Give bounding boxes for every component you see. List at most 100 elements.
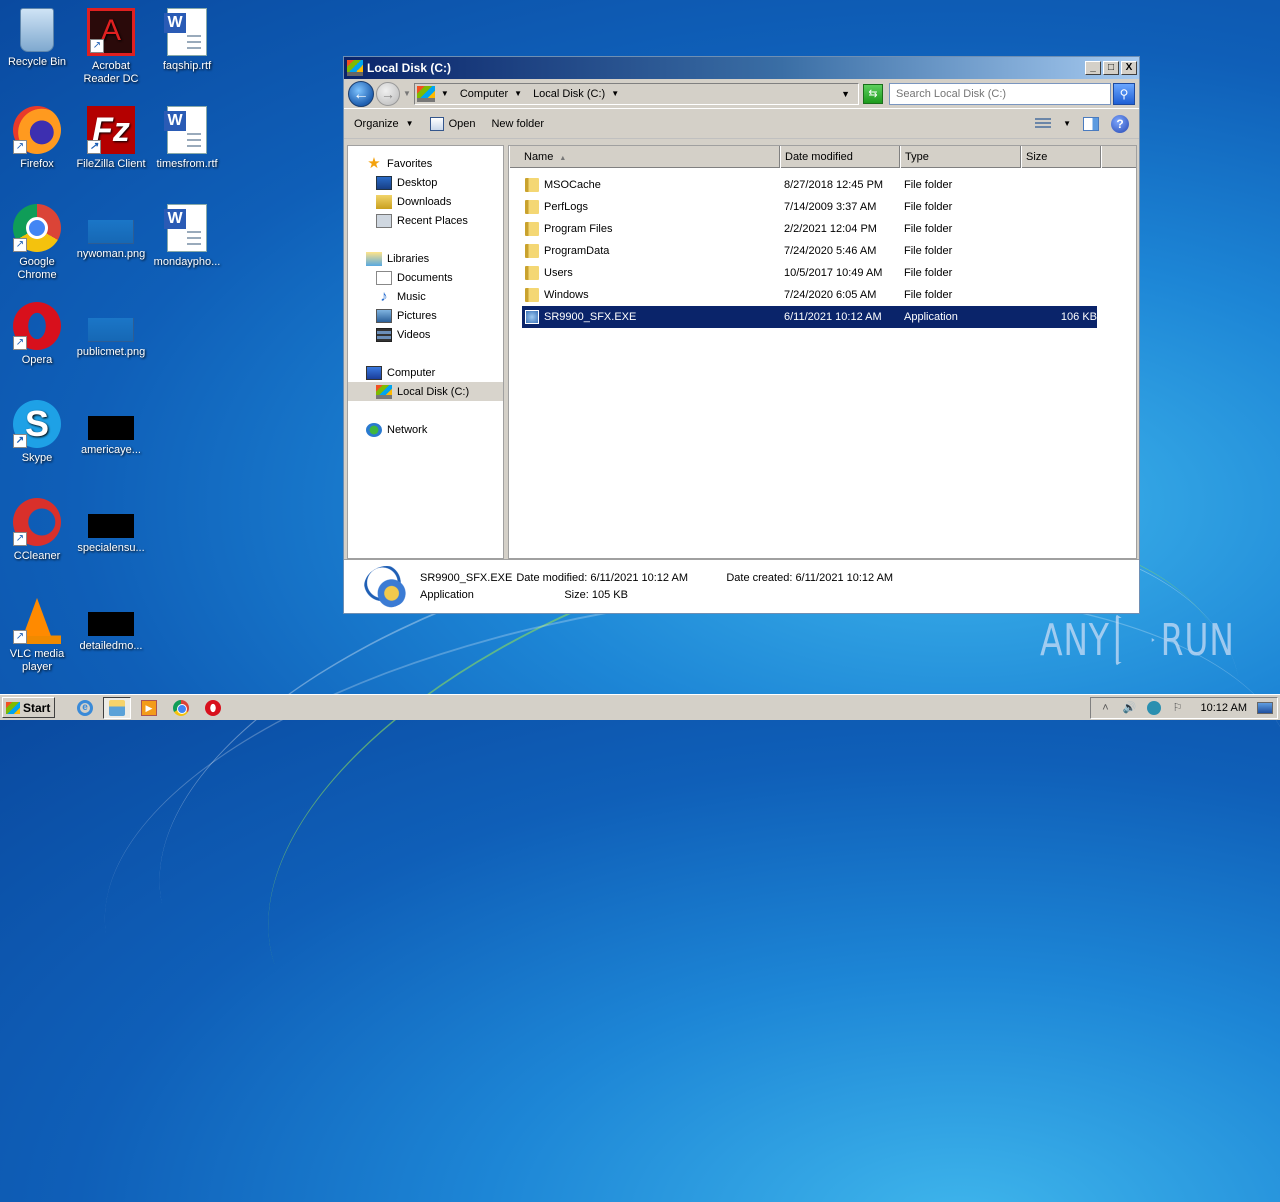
file-row[interactable]: Windows 7/24/2020 6:05 AM File folder (522, 284, 1097, 306)
taskbar-opera[interactable] (199, 697, 227, 719)
file-row[interactable]: MSOCache 8/27/2018 12:45 PM File folder (522, 174, 1097, 196)
preview-pane-icon[interactable] (1083, 116, 1099, 131)
breadcrumb-separator[interactable]: ▼ (514, 89, 527, 98)
desktop-icon-recycle-bin[interactable]: Recycle Bin (0, 8, 74, 69)
nav-computer[interactable]: Computer (348, 363, 503, 382)
desktop-icon-filezilla[interactable]: Fz ↗ FileZilla Client (74, 106, 148, 171)
file-row[interactable]: Program Files 2/2/2021 12:04 PM File folde… (522, 218, 1097, 240)
desktop-icon-mondaypho[interactable]: W mondaypho... (150, 204, 224, 269)
file-row[interactable]: Users 10/5/2017 10:49 AM File folder (522, 262, 1097, 284)
internet-explorer-icon: e (77, 699, 93, 716)
shortcut-arrow-icon: ↗ (87, 140, 101, 154)
nav-music[interactable]: ♪ Music (348, 287, 503, 306)
nav-libraries[interactable]: Libraries (348, 249, 503, 268)
clock[interactable]: 10:12 AM (1201, 702, 1247, 714)
nav-videos[interactable]: Videos (348, 325, 503, 344)
file-row[interactable]: PerfLogs 7/14/2009 3:37 AM File folder (522, 196, 1097, 218)
filezilla-icon: Fz ↗ (87, 106, 135, 154)
desktop-icon-opera[interactable]: ↗ Opera (0, 302, 74, 367)
address-field[interactable]: ▼ Computer ▼ Local Disk (C:) ▼ ▼ (413, 82, 859, 105)
column-header-name[interactable]: Name ▲ (509, 146, 780, 168)
breadcrumb-separator[interactable]: ▼ (611, 89, 624, 98)
back-button[interactable]: ← (348, 80, 374, 107)
taskbar-chrome[interactable] (167, 697, 195, 719)
shortcut-arrow-icon: ↗ (13, 532, 27, 546)
skype-icon: S ↗ (13, 400, 61, 448)
desktop-icon-label: Recycle Bin (7, 56, 67, 68)
breadcrumb-local-disk[interactable]: Local Disk (C:) (533, 88, 605, 100)
word-doc-icon: W (164, 204, 207, 252)
desktop-icon-chrome[interactable]: ↗ Google Chrome (0, 204, 74, 282)
desktop-icon-vlc[interactable]: ↗ VLC media player (0, 596, 74, 674)
nav-recent-places[interactable]: Recent Places (348, 211, 503, 230)
action-center-flag-icon[interactable]: ⚐ (1171, 701, 1185, 715)
nav-downloads[interactable]: Downloads (348, 192, 503, 211)
videos-icon (376, 327, 392, 342)
show-desktop-button[interactable] (1257, 701, 1273, 714)
recent-pages-dropdown[interactable]: ▼ (403, 89, 411, 98)
desktop-icon-publicmet[interactable]: publicmet.png (74, 302, 148, 359)
desktop-icon-ccleaner[interactable]: ↗ CCleaner (0, 498, 74, 563)
column-header-size[interactable]: Size (1021, 146, 1101, 168)
views-icon[interactable] (1035, 117, 1052, 130)
image-thumbnail-icon (88, 318, 134, 342)
maximize-button[interactable]: □ (1103, 61, 1119, 75)
search-input[interactable] (890, 87, 1110, 100)
desktop-icon-faqship[interactable]: W faqship.rtf (150, 8, 224, 73)
desktop-icon-detailedmo[interactable]: detailedmo... (74, 596, 148, 653)
nav-network[interactable]: Network (348, 420, 503, 439)
file-row[interactable]: ProgramData 7/24/2020 5:46 AM File folder (522, 240, 1097, 262)
new-folder-button[interactable]: New folder (491, 118, 544, 130)
close-button[interactable]: X (1121, 61, 1137, 75)
address-history-dropdown[interactable]: ▼ (841, 89, 850, 99)
shortcut-arrow-icon: ↗ (13, 238, 27, 252)
play-logo-icon (1115, 614, 1155, 666)
desktop-icon-nywoman[interactable]: nywoman.png (74, 204, 148, 261)
navigation-pane: ★ Favorites Desktop Downloads Recent Plac… (347, 145, 508, 559)
file-date-modified: 8/27/2018 12:45 PM (784, 179, 884, 191)
views-dropdown-icon[interactable]: ▼ (1063, 119, 1071, 128)
nav-pictures[interactable]: Pictures (348, 306, 503, 325)
column-header-date-modified[interactable]: Date modified (780, 146, 900, 168)
window-titlebar[interactable]: Local Disk (C:) _ □ X (344, 57, 1139, 79)
help-icon[interactable]: ? (1111, 114, 1129, 133)
desktop-icon-skype[interactable]: S ↗ Skype (0, 400, 74, 465)
refresh-button[interactable]: ⇆ (863, 83, 883, 104)
opera-icon: ↗ (13, 302, 61, 350)
nav-documents[interactable]: Documents (348, 268, 503, 287)
column-header-type[interactable]: Type (900, 146, 1021, 168)
folder-icon (525, 222, 539, 236)
taskbar-internet-explorer[interactable]: e (71, 697, 99, 719)
nav-favorites[interactable]: ★ Favorites (348, 154, 503, 173)
search-icon[interactable]: ⚲ (1113, 82, 1135, 105)
media-player-icon: ▶ (141, 699, 157, 716)
desktop-icon-label: nywoman.png (76, 248, 146, 260)
breadcrumb-root-arrow[interactable]: ▼ (441, 89, 454, 98)
windows-explorer-icon (109, 699, 125, 716)
chevron-down-icon: ▼ (405, 119, 414, 128)
details-date-created: Date created: 6/11/2021 10:12 AM (726, 572, 894, 584)
breadcrumb-computer[interactable]: Computer (460, 88, 508, 100)
desktop-icon-americaye[interactable]: americaye... (74, 400, 148, 457)
file-row[interactable]: SR9900_SFX.EXE 6/11/2021 10:12 AM Applicat… (522, 306, 1097, 328)
taskbar-media-player[interactable]: ▶ (135, 697, 163, 719)
forward-button[interactable]: → (376, 81, 400, 106)
start-button[interactable]: Start (2, 697, 55, 718)
organize-button[interactable]: Organize ▼ (354, 118, 414, 130)
file-type: File folder (904, 179, 953, 191)
file-list-pane: Name ▲ Date modified Type Size MSOCache 8/… (508, 145, 1137, 559)
desktop-icon-firefox[interactable]: ↗ Firefox (0, 106, 74, 171)
open-button[interactable]: Open (429, 116, 475, 131)
desktop-icon-specialensu[interactable]: specialensu... (74, 498, 148, 555)
network-icon[interactable] (1146, 700, 1161, 715)
minimize-button[interactable]: _ (1085, 61, 1101, 75)
taskbar-windows-explorer[interactable] (103, 696, 131, 719)
desktop-icon-timesfrom[interactable]: W timesfrom.rtf (150, 106, 224, 171)
nav-local-disk[interactable]: Local Disk (C:) (348, 382, 503, 401)
recycle-bin-icon (20, 8, 54, 52)
volume-icon[interactable]: 🔊 (1123, 701, 1137, 715)
show-hidden-icons-icon[interactable]: ˄ (1099, 701, 1113, 715)
desktop-icon-acrobat[interactable]: A ↗ Acrobat Reader DC (74, 8, 148, 86)
nav-desktop[interactable]: Desktop (348, 173, 503, 192)
windows-logo-icon (6, 701, 20, 714)
